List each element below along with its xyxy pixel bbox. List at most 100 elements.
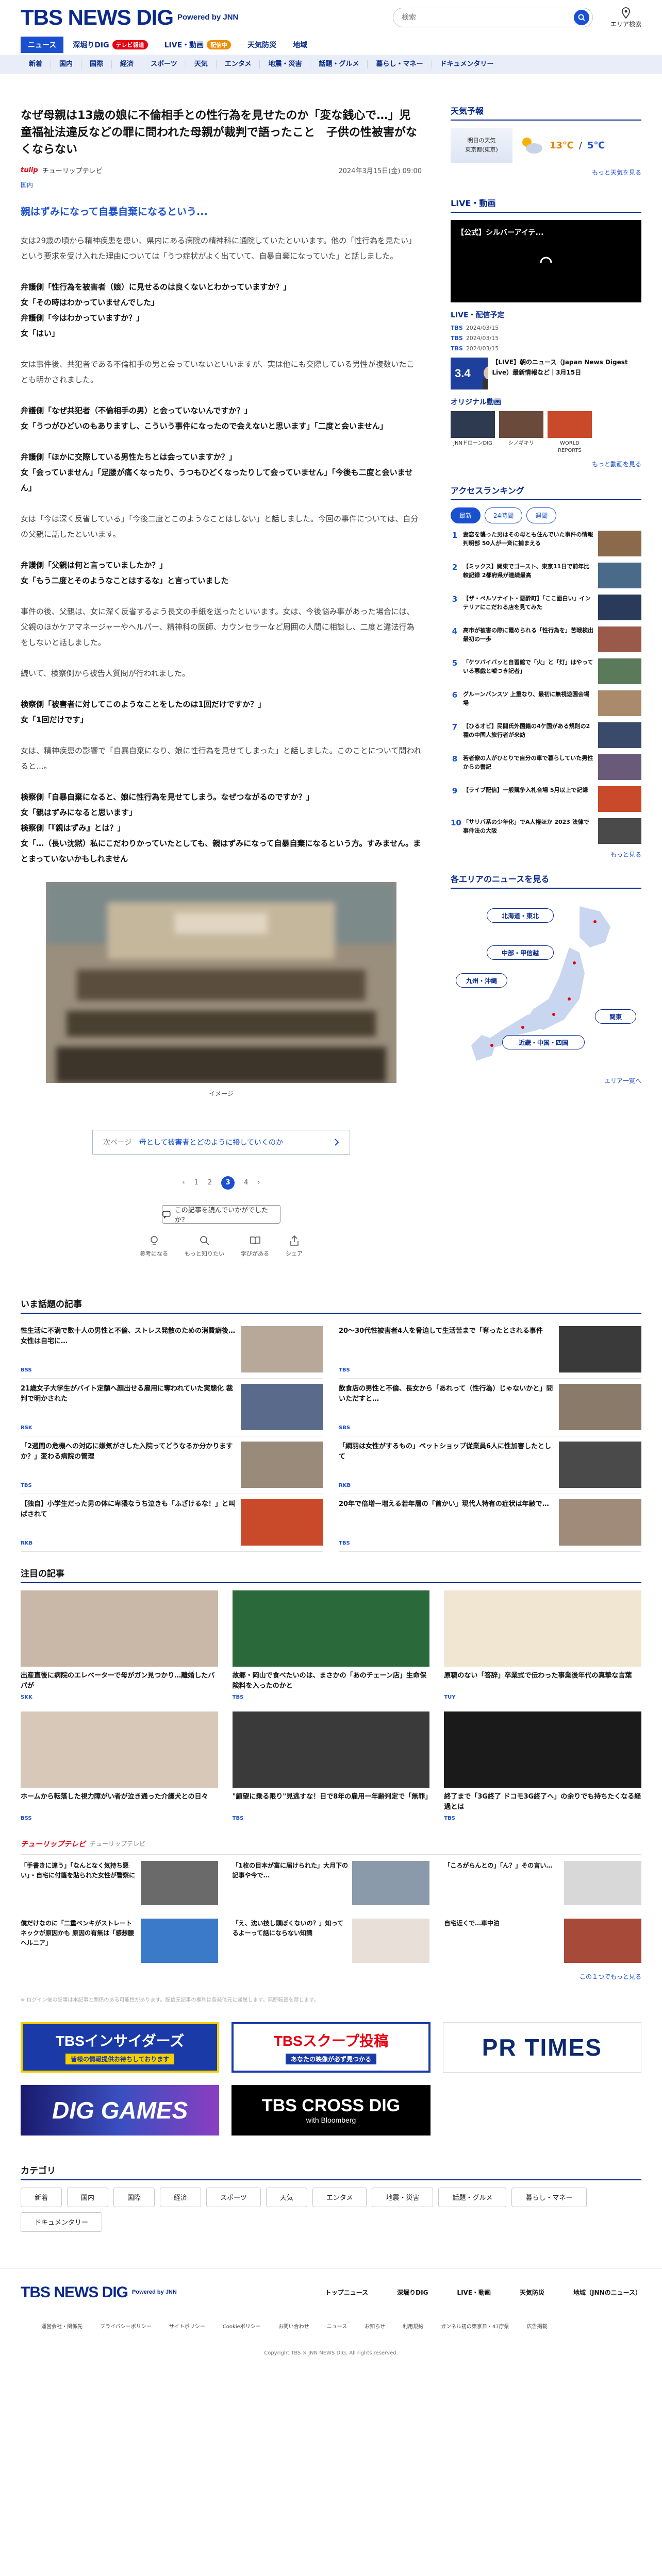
footer-nav-item[interactable]: 深堀りDIG <box>397 2288 428 2297</box>
original-video-item[interactable]: WORLD REPORTS <box>548 411 592 454</box>
category-chip[interactable]: 地震・災害 <box>372 2187 434 2207</box>
region-more-link[interactable]: エリア一覧へ <box>451 1076 641 1085</box>
footer-link[interactable]: お問い合わせ <box>278 2322 309 2330</box>
banner-cross-dig[interactable]: TBS CROSS DIG with Bloomberg <box>231 2084 431 2136</box>
article-source[interactable]: チューリップテレビ <box>42 165 103 175</box>
topic-item[interactable]: 「2週間の危機への対応に嫌気がさした入院ってどうなるか分かりますか？」変わる病院… <box>21 1436 323 1494</box>
live-card[interactable]: 3.4 【LIVE】朝のニュース（Japan News Digest Live）… <box>451 358 641 390</box>
subnav-item[interactable]: 地震・災害 <box>260 60 311 69</box>
tulip-item[interactable]: 「え、沈い技し頭ぼくないの？」知ってるよーって話にならない知識 <box>233 1912 430 1970</box>
footer-link[interactable]: 広告掲載 <box>527 2322 548 2330</box>
ranking-item[interactable]: 3 【ザ・ペルソナイト・悪酔町】「ここ面白い」インテリアにこだわる店を見てみた <box>451 595 641 621</box>
topic-item[interactable]: 【独自】小学生だった男の体に卑猥なうち泣きも「ふざけるな！」と叫ばされて RKB <box>21 1494 323 1552</box>
topic-item[interactable]: 21歳女子大学生がバイト定額へ顔出せる雇用に奪われていた実態化 裁判で明かされた… <box>21 1379 323 1436</box>
tulip-item[interactable]: 「手書きに違う」「なんとなく気持ち悪い」・自宅に付箋を貼られた女性が警察に <box>21 1855 218 1912</box>
topic-item[interactable]: 性生活に不満で数十人の男性と不倫、ストレス発散のための消費癖後…女性は自宅に… B… <box>21 1321 323 1379</box>
tulip-item[interactable]: 僕だけなのに「二重ペンキがストレートネックが原因かも 原因の有無は「感想腰へルニ… <box>21 1912 218 1970</box>
footer-link[interactable]: 運営会社・関係先 <box>41 2322 82 2330</box>
banner-prtimes[interactable]: PR TIMES <box>442 2022 641 2073</box>
topic-item[interactable]: 飲食店の男性と不倫、長女から「あれって（性行為）じゃないかと」問いただすと… SB… <box>339 1379 641 1436</box>
featured-item[interactable]: 終了まで「3G終了 ドコモ3G終了へ」の余りでも持ちたくなる経過とは TBS <box>444 1711 641 1821</box>
footer-nav-item[interactable]: 天気防災 <box>520 2288 544 2297</box>
ranking-item[interactable]: 6 グルーンバンスツ 上重なり、最初に無視遊園会場場 <box>451 690 641 717</box>
reaction-learn[interactable]: 学びがある <box>241 1235 269 1258</box>
original-video-item[interactable]: シノギキリ <box>499 411 543 454</box>
region-kyushu-okinawa[interactable]: 九州・沖縄 <box>456 973 507 988</box>
banner-insiders[interactable]: TBSインサイダーズ 皆様の情報提供お待ちしております <box>21 2022 220 2073</box>
reaction-more[interactable]: もっと知りたい <box>185 1235 224 1258</box>
nav-item-1[interactable]: 深堀りDIG テレビ報道 <box>65 37 155 53</box>
footer-nav-item[interactable]: トップニュース <box>325 2288 368 2297</box>
banner-dig-games[interactable]: DIG GAMES <box>21 2084 220 2136</box>
featured-item[interactable]: 故郷・岡山で食べたいのは、まさかの「あのチェーン店」生命保険料を入ったのかと TB… <box>232 1590 430 1700</box>
search-input[interactable] <box>401 13 574 22</box>
subnav-item[interactable]: 国内 <box>51 60 82 69</box>
featured-item[interactable]: ホームから転落した視力障がい者が泣き通った介護犬との日々 BSS <box>21 1711 218 1821</box>
region-kinki[interactable]: 近畿・中国・四国 <box>502 1035 585 1050</box>
tulip-item[interactable]: 「ころがらんとの」「ん？」その言い… <box>444 1855 641 1912</box>
tulip-more-link[interactable]: この１つでもっと見る <box>21 1972 641 1981</box>
nav-item-0[interactable]: ニュース <box>21 37 64 53</box>
subnav-item[interactable]: 国際 <box>81 60 112 69</box>
category-chip[interactable]: 国内 <box>67 2187 109 2207</box>
category-chip[interactable]: スポーツ <box>206 2187 261 2207</box>
next-page-link[interactable]: 次ページ 母として被害者とどのように接していくのか <box>92 1129 350 1155</box>
footer-link[interactable]: Cookieポリシー <box>223 2322 261 2330</box>
ranking-item[interactable]: 2 【ミックス】関東でゴースト、東京11日で前年比較記録 2都府県が連続最高 <box>451 563 641 589</box>
ranking-tab[interactable]: 週間 <box>526 507 557 524</box>
ranking-item[interactable]: 10 「サリバ系の少年化」でA人権ほか 2023 法律で事件法の大阪 <box>451 818 641 844</box>
footer-link[interactable]: お知らせ <box>365 2322 385 2330</box>
category-chip[interactable]: 暮らし・マネー <box>511 2187 587 2207</box>
tulip-item[interactable]: 自宅近くで…車中泊 <box>444 1912 641 1970</box>
original-video-item[interactable]: JNNドローンDIG <box>451 411 495 454</box>
live-schedule-item[interactable]: TBS 2024/03/15 <box>451 323 641 333</box>
topic-item[interactable]: 20年で倍増ー増える若年層の「首かい」現代人特有の症状は年齢で… TBS <box>339 1494 641 1552</box>
site-logo[interactable]: TBS NEWS DIG Powered by JNN <box>21 5 238 30</box>
tulip-item[interactable]: 「1枚の目本が富に届けられた」大月下の記事や今で… <box>233 1855 430 1912</box>
weather-more-link[interactable]: もっと天気を見る <box>451 168 641 177</box>
live-video-player[interactable]: 【公式】シルバーアイテ... <box>451 220 641 302</box>
page-link[interactable]: 1 <box>194 1179 198 1187</box>
tulip-logo[interactable]: チューリップテレビ <box>21 1839 86 1849</box>
ranking-tab[interactable]: 最新 <box>451 507 481 524</box>
area-search-button[interactable]: エリア検索 <box>610 7 641 28</box>
region-hokkaido-tohoku[interactable]: 北海道・東北 <box>487 908 554 923</box>
subnav-item[interactable]: ドキュメンタリー <box>432 60 502 69</box>
featured-item[interactable]: "顧望に乗る限り"見逃すな！日で8年の雇用ー年齢判定で「無罪」 TBS <box>232 1711 430 1821</box>
search-button[interactable] <box>573 10 589 25</box>
feedback-button[interactable]: この記事を読んでいかがでしたか？ <box>162 1205 280 1224</box>
subnav-item[interactable]: スポーツ <box>142 60 186 69</box>
weather-location[interactable]: 明日の天気 東京都(東京) <box>451 128 512 163</box>
footer-link[interactable]: ニュース <box>327 2322 347 2330</box>
ranking-item[interactable]: 9 【ライブ配信】一般競争入札合場 5月以上で記録 <box>451 786 641 812</box>
nav-item-2[interactable]: LIVE・動画 配信中 <box>157 37 239 53</box>
category-chip[interactable]: 新着 <box>21 2187 62 2207</box>
topic-item[interactable]: 20〜30代性被害者4人を脅迫して生活苦まで「奪ったとされる事件 TBS <box>339 1321 641 1379</box>
live-schedule-item[interactable]: TBS 2024/03/15 <box>451 333 641 344</box>
ranking-item[interactable]: 4 高市が被害の際に霞められる「性行為を」苦戦検出 最初の一歩 <box>451 626 641 653</box>
reaction-helpful[interactable]: 参考になる <box>140 1235 168 1258</box>
region-chubu[interactable]: 中部・甲信越 <box>487 945 554 960</box>
footer-link[interactable]: サイトポリシー <box>169 2322 205 2330</box>
article-category-tag[interactable]: 国内 <box>21 180 33 189</box>
page-link[interactable]: 3 <box>221 1176 235 1190</box>
category-chip[interactable]: ドキュメンタリー <box>21 2212 103 2232</box>
page-link[interactable]: 4 <box>244 1179 248 1187</box>
ranking-item[interactable]: 1 妻恋を襲った男はその母とも住んでいた事件の情報判明部 50人が一斉に捕まえる <box>451 531 641 557</box>
featured-item[interactable]: 原稿のない「答辞」卒業式で伝わった事業後年代の真摯な言葉 TUY <box>444 1590 641 1700</box>
category-chip[interactable]: エンタメ <box>312 2187 367 2207</box>
subnav-item[interactable]: エンタメ <box>217 60 260 69</box>
subnav-item[interactable]: 暮らし・マネー <box>368 60 432 69</box>
category-chip[interactable]: 話題・グルメ <box>438 2187 507 2207</box>
footer-logo[interactable]: TBS NEWS DIG Powered by JNN <box>21 2284 177 2301</box>
video-more-link[interactable]: もっと動画を見る <box>451 460 641 468</box>
ranking-tab[interactable]: 24時間 <box>485 507 523 524</box>
subnav-item[interactable]: 経済 <box>112 60 143 69</box>
ranking-more-link[interactable]: もっと見る <box>451 850 641 859</box>
footer-nav-item[interactable]: 地域（JNNのニュース） <box>573 2288 641 2297</box>
ranking-item[interactable]: 5 「ケツバイバッと自習館で「火」と「灯」はやっている悪戯と嘘つき記者」 <box>451 658 641 685</box>
pager-prev[interactable]: ‹ <box>182 1179 185 1187</box>
region-kanto[interactable]: 関東 <box>595 1009 636 1024</box>
category-chip[interactable]: 国際 <box>113 2187 155 2207</box>
page-link[interactable]: 2 <box>208 1179 212 1187</box>
